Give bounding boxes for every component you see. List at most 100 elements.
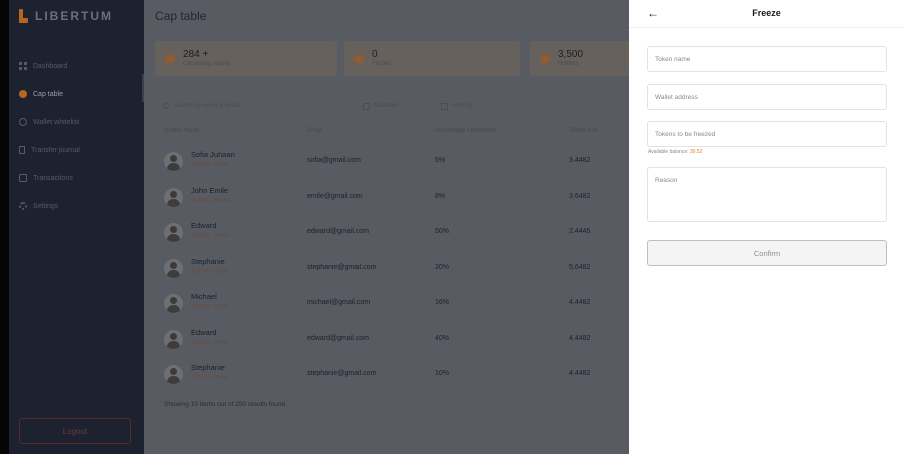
holder-percentage: 8% <box>435 193 446 200</box>
stat-label: Circulating supply <box>183 61 231 67</box>
holder-tokens: 4.4482 <box>569 370 591 377</box>
table-row[interactable]: Sofia Juhaan ACTIVE · WHITE sofia@gmail.… <box>164 150 629 180</box>
table-row[interactable]: Stephanie ACTIVE · WHITE stephanie@gmail… <box>164 257 629 287</box>
pagination-summary: Showing 10 items out of 250 results foun… <box>164 401 286 408</box>
holder-percentage: 20% <box>435 264 450 271</box>
reason-field[interactable] <box>647 167 887 222</box>
logout-button[interactable]: Logout <box>19 418 131 444</box>
holder-status: ACTIVE · WHITE <box>191 233 230 239</box>
sidebar-item-label: Wallet whitelist <box>33 118 80 126</box>
holder-email: edward@gmail.com <box>307 335 369 342</box>
sidebar-item-wallet-whitelist[interactable]: Wallet whitelist <box>19 108 80 136</box>
holder-percentage: 5% <box>435 157 446 164</box>
avatar <box>164 223 183 242</box>
tokens-to-freeze-field[interactable] <box>647 121 887 147</box>
sidebar-item-transfer-journal[interactable]: Transfer journal <box>19 136 80 164</box>
column-header-email[interactable]: Email <box>307 128 322 134</box>
available-balance: Available balance: 30.52 <box>648 149 702 155</box>
holder-percentage: 10% <box>435 370 450 377</box>
avatar <box>164 152 183 171</box>
coin-icon <box>353 52 365 65</box>
coin-icon <box>164 52 176 65</box>
sidebar-item-settings[interactable]: Settings <box>19 192 80 220</box>
search-icon <box>163 103 169 109</box>
standard-dropdown[interactable]: Standard ⌄ <box>363 97 407 115</box>
chevron-down-icon: ⌄ <box>476 103 482 110</box>
stat-card-frozen: 0 Frozen <box>344 41 520 76</box>
holder-percentage: 16% <box>435 299 450 306</box>
table-row[interactable]: Edward ACTIVE · WHITE edward@gmail.com 4… <box>164 328 629 358</box>
wallet-icon <box>19 118 27 126</box>
sidebar-item-label: Transactions <box>33 174 73 182</box>
search-input[interactable]: Search by name & email <box>163 97 341 115</box>
holder-status: ACTIVE · WHITE <box>191 304 230 310</box>
holder-tokens: 4.4482 <box>569 335 591 342</box>
freeze-drawer: ← Freeze Available balance: 30.52 Confir… <box>629 0 904 454</box>
stat-value: 284 + <box>183 49 209 60</box>
coin-icon <box>539 52 551 65</box>
holder-email: sofia@gmail.com <box>307 157 361 164</box>
stat-card-holders: 3,500 Holders <box>530 41 629 76</box>
holder-email: stephanie@gmail.com <box>307 264 377 271</box>
holder-name: Stephanie <box>191 363 225 372</box>
holder-name: Michael <box>191 292 217 301</box>
avatar <box>164 365 183 384</box>
avatar <box>164 330 183 349</box>
main-content: Cap table 284 + Circulating supply 0 Fro… <box>144 0 629 454</box>
stat-label: Frozen <box>372 61 391 67</box>
holder-status: ACTIVE · WHITE <box>191 162 230 168</box>
sidebar-item-cap-table[interactable]: Cap table <box>19 80 80 108</box>
available-balance-value: 30.52 <box>689 149 703 155</box>
holder-name: Stephanie <box>191 257 225 266</box>
holder-status: ACTIVE · WHITE <box>191 269 230 275</box>
holder-status: ACTIVE · WHITE <box>191 375 230 381</box>
table-row[interactable]: Michael ACTIVE · WHITE michael@gmail.com… <box>164 292 629 322</box>
holder-tokens: 3.6482 <box>569 193 591 200</box>
holder-name: Edward <box>191 328 217 337</box>
holding-dropdown[interactable]: Holding ⌄ <box>441 97 481 115</box>
sidebar-item-label: Cap table <box>33 90 63 98</box>
stat-value: 0 <box>372 49 378 60</box>
sidebar-item-label: Transfer journal <box>31 146 80 154</box>
column-header-tokens[interactable]: Token num <box>569 128 598 134</box>
sidebar-item-transactions[interactable]: Transactions <box>19 164 80 192</box>
stat-card-supply: 284 + Circulating supply <box>155 41 337 76</box>
column-header-percentage[interactable]: Percentage Ownership <box>435 128 496 134</box>
holder-percentage: 40% <box>435 335 450 342</box>
page-title: Cap table <box>155 9 207 23</box>
holder-name: Sofia Juhaan <box>191 150 235 159</box>
filter-icon <box>363 102 370 110</box>
holder-tokens: 4.4482 <box>569 299 591 306</box>
holder-tokens: 3.4482 <box>569 157 591 164</box>
holder-name: Edward <box>191 221 217 230</box>
sidebar-item-label: Dashboard <box>33 62 68 70</box>
holder-status: ACTIVE · WHITE <box>191 340 230 346</box>
holder-email: stephanie@gmail.com <box>307 370 377 377</box>
coin-icon <box>19 90 27 98</box>
confirm-button[interactable]: Confirm <box>647 240 887 266</box>
dashboard-icon <box>19 62 27 70</box>
holder-email: emile@gmail.com <box>307 193 363 200</box>
transactions-icon <box>19 174 27 182</box>
holder-status: ACTIVE · WHITE <box>191 198 230 204</box>
wallet-address-field[interactable] <box>647 84 887 110</box>
search-placeholder: Search by name & email <box>174 103 240 109</box>
logo-text: LIBERTUM <box>35 9 113 23</box>
table-row[interactable]: Stephanie ACTIVE · WHITE stephanie@gmail… <box>164 363 629 393</box>
drawer-title: Freeze <box>752 8 781 18</box>
token-name-field[interactable] <box>647 46 887 72</box>
table-row[interactable]: John Emile ACTIVE · WHITE emile@gmail.co… <box>164 186 629 216</box>
sidebar-item-dashboard[interactable]: Dashboard <box>19 52 80 80</box>
column-header-holder[interactable]: Holder Name <box>164 128 199 134</box>
stat-value: 3,500 <box>558 49 584 60</box>
sidebar-nav: Dashboard Cap table Wallet whitelist Tra… <box>19 52 80 220</box>
logo-icon <box>19 9 28 23</box>
avatar <box>164 188 183 207</box>
holder-tokens: 5.6482 <box>569 264 591 271</box>
avatar <box>164 259 183 278</box>
journal-icon <box>19 146 25 154</box>
table-row[interactable]: Edward ACTIVE · WHITE edward@gmail.com 5… <box>164 221 629 251</box>
avatar <box>164 294 183 313</box>
chevron-down-icon: ⌄ <box>402 103 408 110</box>
holder-tokens: 2.4445 <box>569 228 591 235</box>
